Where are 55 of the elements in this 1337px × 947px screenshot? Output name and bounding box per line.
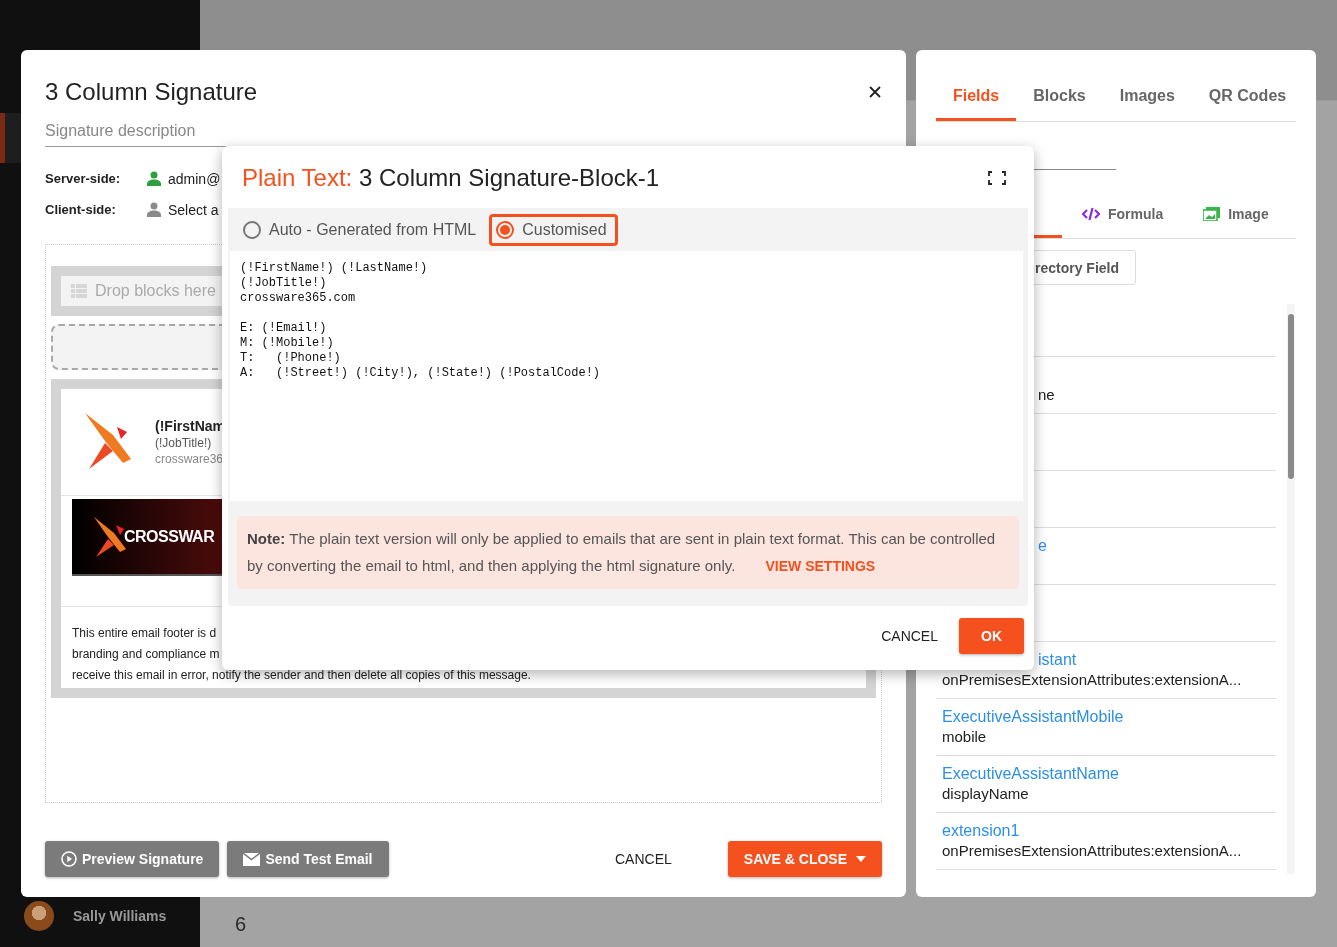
ok-button[interactable]: OK <box>959 618 1024 654</box>
banner-logo-text: CROSSWAR <box>124 527 215 546</box>
assignment-value[interactable]: admin@ <box>168 170 221 187</box>
image-icon <box>1203 207 1221 221</box>
preview-button[interactable]: Preview Signature <box>45 841 220 877</box>
signature-name: (!FirstNam <box>155 418 225 434</box>
play-icon <box>61 851 77 867</box>
drop-zone-text: Drop blocks here <box>95 282 216 300</box>
logo-icon <box>85 413 131 469</box>
tab[interactable]: Images <box>1102 75 1192 121</box>
save-and-close-button[interactable]: SAVE & CLOSE <box>727 841 882 877</box>
tab[interactable]: Fields <box>936 75 1017 121</box>
assignment-value[interactable]: Select a <box>168 201 219 218</box>
footer-text: branding and compliance m <box>72 646 221 663</box>
footer-text: This entire email footer is d <box>72 625 218 642</box>
person-icon <box>147 202 161 217</box>
scrollbar[interactable] <box>1287 304 1295 874</box>
field-name[interactable]: ExecutiveAssistantMobile <box>942 708 1124 725</box>
field-value: mobile <box>942 728 987 745</box>
signature-job-title: (!JobTitle!) <box>155 436 213 450</box>
code-icon <box>1082 207 1100 221</box>
caret-icon <box>856 856 866 862</box>
row-number: 6 <box>235 913 247 936</box>
note-text: Note: The plain text version will only be applied to emails that are sent in plain text format. This can be controlled by converting the email to html, and then applying the html signature only. VIEW SETTINGS <box>247 529 997 576</box>
field-name[interactable]: ExecutiveAssistantName <box>942 765 1119 782</box>
tab[interactable]: QR Codes <box>1191 75 1304 121</box>
field-value: ne <box>1038 386 1055 403</box>
field-value: onPremisesExtensionAttributes:extensionA... <box>942 671 1242 688</box>
field-value: displayName <box>942 785 1029 802</box>
signature-website: crossware36 <box>155 452 225 466</box>
grid-icon <box>71 284 87 298</box>
field-name[interactable]: e <box>1038 537 1047 554</box>
avatar <box>24 901 54 931</box>
footer-text: receive this email in error, notify the sender and then delete all copies of this message. <box>72 667 532 684</box>
fullscreen-icon[interactable] <box>988 171 1006 185</box>
person-icon <box>147 171 161 186</box>
dialog-title: 3 Column Signature <box>45 77 258 107</box>
field-name[interactable]: istant <box>1038 651 1077 668</box>
field-type-tab[interactable]: Formula <box>1062 193 1184 238</box>
user-name[interactable]: Sally Williams <box>73 908 167 924</box>
text-editor[interactable]: (!FirstName!) (!LastName!) (!JobTitle!) crossware365.com E: (!Email!) M: (!Mobile!) T: (!Phone!) A: (!Street!) (!City!), (!State!) (!PostalCode!) <box>230 251 1023 501</box>
tab[interactable]: Blocks <box>1016 75 1103 121</box>
field-value: onPremisesExtensionAttributes:extensionA... <box>942 842 1242 859</box>
cancel-button[interactable]: CANCEL <box>607 851 680 867</box>
field-name[interactable]: extension1 <box>942 822 1020 839</box>
dialog-title: Plain Text: 3 Column Signature-Block-1 <box>242 164 660 192</box>
mail-icon <box>243 852 261 866</box>
radio-option[interactable]: Auto - Generated from HTML <box>236 213 488 246</box>
field-type-tab[interactable]: Image <box>1183 193 1289 238</box>
cancel-button[interactable]: CANCEL <box>873 628 946 644</box>
assignment-label: Client-side: <box>45 202 117 217</box>
assignment-label: Server-side: <box>45 171 122 186</box>
send-test-email-button[interactable]: Send Test Email <box>227 841 389 877</box>
radio-option[interactable]: Customised <box>489 213 618 246</box>
close-icon[interactable] <box>868 85 882 99</box>
